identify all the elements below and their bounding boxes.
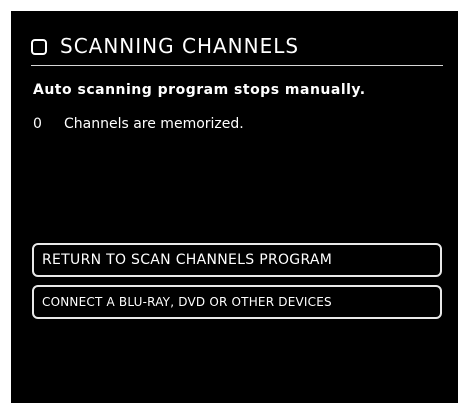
channels-memorized-label: Channels are memorized.	[64, 116, 244, 132]
connect-devices-label: CONNECT A BLU-RAY, DVD OR OTHER DEVICES	[42, 295, 332, 309]
return-to-scan-label: RETURN TO SCAN CHANNELS PROGRAM	[42, 252, 333, 268]
status-message: Auto scanning program stops manually.	[33, 82, 366, 98]
channels-count: 0	[33, 116, 42, 132]
screen-header: SCANNING CHANNELS	[31, 31, 443, 66]
channels-memorized-row: 0 Channels are memorized.	[33, 116, 244, 132]
scan-channels-screen: SCANNING CHANNELS Auto scanning program …	[11, 11, 458, 403]
checkbox-icon	[31, 38, 47, 55]
screen-title: SCANNING CHANNELS	[60, 34, 300, 58]
connect-devices-button[interactable]: CONNECT A BLU-RAY, DVD OR OTHER DEVICES	[32, 285, 442, 319]
return-to-scan-button[interactable]: RETURN TO SCAN CHANNELS PROGRAM	[32, 243, 442, 277]
